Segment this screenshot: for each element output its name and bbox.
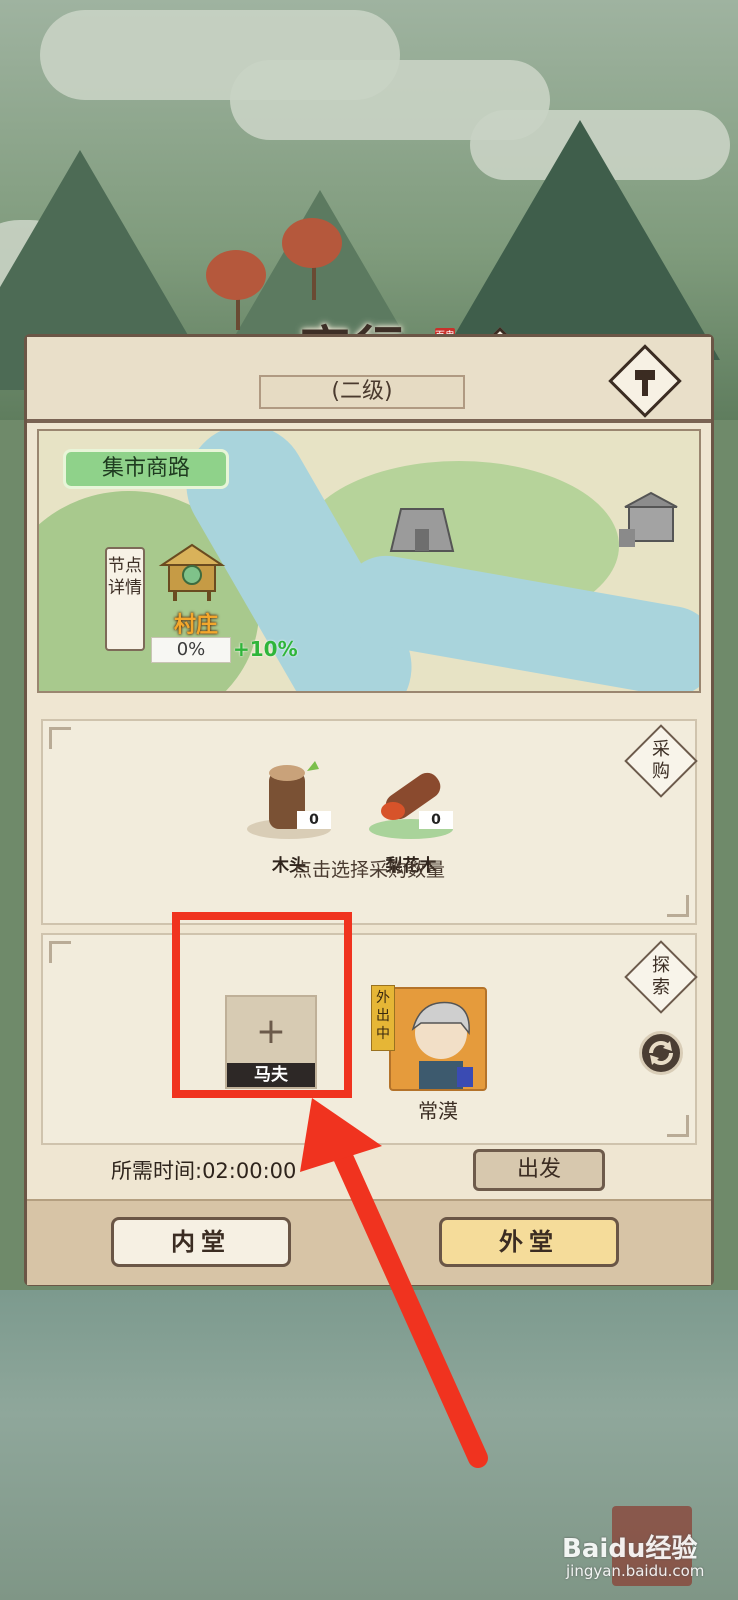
village-node-icon[interactable]: [157, 543, 227, 603]
hammer-icon: [635, 370, 655, 396]
explore-button-label: 探索: [652, 955, 670, 998]
trade-route-map: 集市商路 节点详情 村庄 0% +10%: [37, 429, 701, 693]
pear-wood-icon: [369, 772, 453, 839]
depart-button[interactable]: 出发: [473, 1149, 605, 1191]
upgrade-button[interactable]: [608, 344, 682, 418]
corner-ornament: [667, 1115, 689, 1137]
watermark-url: jingyan.baidu.com: [566, 1562, 705, 1580]
hero-portrait-icon: [411, 1001, 473, 1089]
explore-button[interactable]: 探索: [624, 940, 698, 1014]
resource-item-pear-wood[interactable]: 0 梨花木: [363, 759, 459, 876]
purchase-button[interactable]: 采购: [624, 724, 698, 798]
hero-card[interactable]: [389, 987, 487, 1091]
refresh-icon: [649, 1041, 673, 1065]
hero-status-tag: 外出中: [371, 985, 395, 1051]
trading-house-panel: (二级) 集市商路 节点详情 村庄 0% +10% 采购 0 木头 0 梨花木 …: [24, 334, 714, 1286]
corner-ornament: [49, 941, 71, 963]
watermark-brand: Baidu经验: [562, 1534, 698, 1564]
wood-log-icon: [247, 761, 331, 839]
corner-ornament: [49, 727, 71, 749]
route-name-tag[interactable]: 集市商路: [63, 449, 229, 489]
node-details-button[interactable]: 节点详情: [105, 547, 145, 651]
warehouse-node-icon[interactable]: [617, 491, 685, 549]
red-tree: [206, 250, 266, 300]
tab-inner-hall[interactable]: 内堂: [111, 1217, 291, 1267]
corner-ornament: [667, 895, 689, 917]
panel-header: (二级): [27, 337, 711, 423]
village-bonus: +10%: [233, 637, 298, 661]
hero-name: 常漠: [418, 1099, 458, 1123]
purchase-section: 采购 0 木头 0 梨花木 点击选择采购数量: [41, 719, 698, 925]
tent-node-icon[interactable]: [389, 501, 455, 555]
resource-count: 0: [297, 811, 331, 829]
purchase-button-label: 采购: [652, 739, 670, 782]
resource-item-wood[interactable]: 0 木头: [241, 759, 337, 876]
village-progress: 0%: [151, 637, 231, 663]
refresh-button[interactable]: [639, 1031, 683, 1075]
watermark: Baidu经验 jingyan.baidu.com: [556, 1518, 726, 1588]
panel-footer: 内堂 外堂: [27, 1199, 711, 1285]
highlight-box: [172, 912, 352, 1098]
village-node-label: 村庄: [173, 613, 218, 638]
red-tree: [282, 218, 342, 268]
required-time: 所需时间:02:00:00: [111, 1159, 297, 1183]
tab-outer-hall[interactable]: 外堂: [439, 1217, 619, 1267]
explore-section: 探索 + 马夫 外出中 常漠: [41, 933, 698, 1145]
purchase-hint: 点击选择采购数量: [292, 859, 445, 881]
building-level: (二级): [259, 375, 465, 409]
resource-count: 0: [419, 811, 453, 829]
